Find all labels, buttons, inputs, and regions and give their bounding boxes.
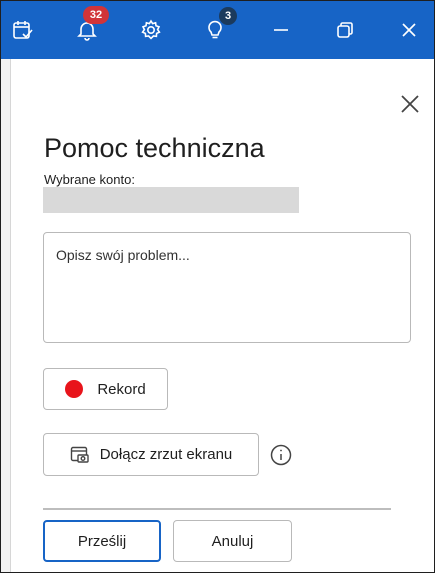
restore-button[interactable]	[323, 1, 367, 59]
description-input[interactable]: Opisz swój problem...	[43, 232, 411, 343]
task-check-button[interactable]	[1, 1, 45, 59]
submit-button[interactable]: Prześlij	[43, 520, 161, 562]
close-icon[interactable]	[399, 93, 421, 115]
close-icon	[402, 23, 416, 37]
record-label: Rekord	[97, 380, 146, 398]
attach-screenshot-button[interactable]: Dołącz zrzut ekranu	[43, 433, 259, 476]
cancel-button[interactable]: Anuluj	[173, 520, 292, 562]
minimize-button[interactable]	[259, 1, 303, 59]
record-dot-icon	[65, 380, 84, 398]
screenshot-icon	[70, 446, 89, 463]
info-icon[interactable]	[270, 444, 292, 466]
page-title: Pomoc techniczna	[44, 133, 265, 163]
app-window: 32 3 Pomoc techniczna Wybrane konto: Opi…	[0, 0, 435, 573]
tips-badge: 3	[219, 7, 237, 25]
restore-icon	[337, 22, 353, 38]
account-label: Wybrane konto:	[44, 172, 135, 187]
left-strip	[1, 59, 11, 572]
record-button[interactable]: Rekord	[43, 368, 168, 410]
task-check-icon	[13, 21, 33, 39]
divider	[43, 508, 391, 510]
screenshot-label: Dołącz zrzut ekranu	[99, 446, 233, 463]
window-close-button[interactable]	[387, 1, 431, 59]
minimize-icon	[274, 29, 288, 31]
notifications-badge: 32	[83, 6, 109, 24]
title-bar: 32 3	[1, 1, 434, 59]
settings-button[interactable]	[129, 1, 173, 59]
account-value	[43, 187, 299, 213]
gear-icon	[141, 19, 161, 40]
